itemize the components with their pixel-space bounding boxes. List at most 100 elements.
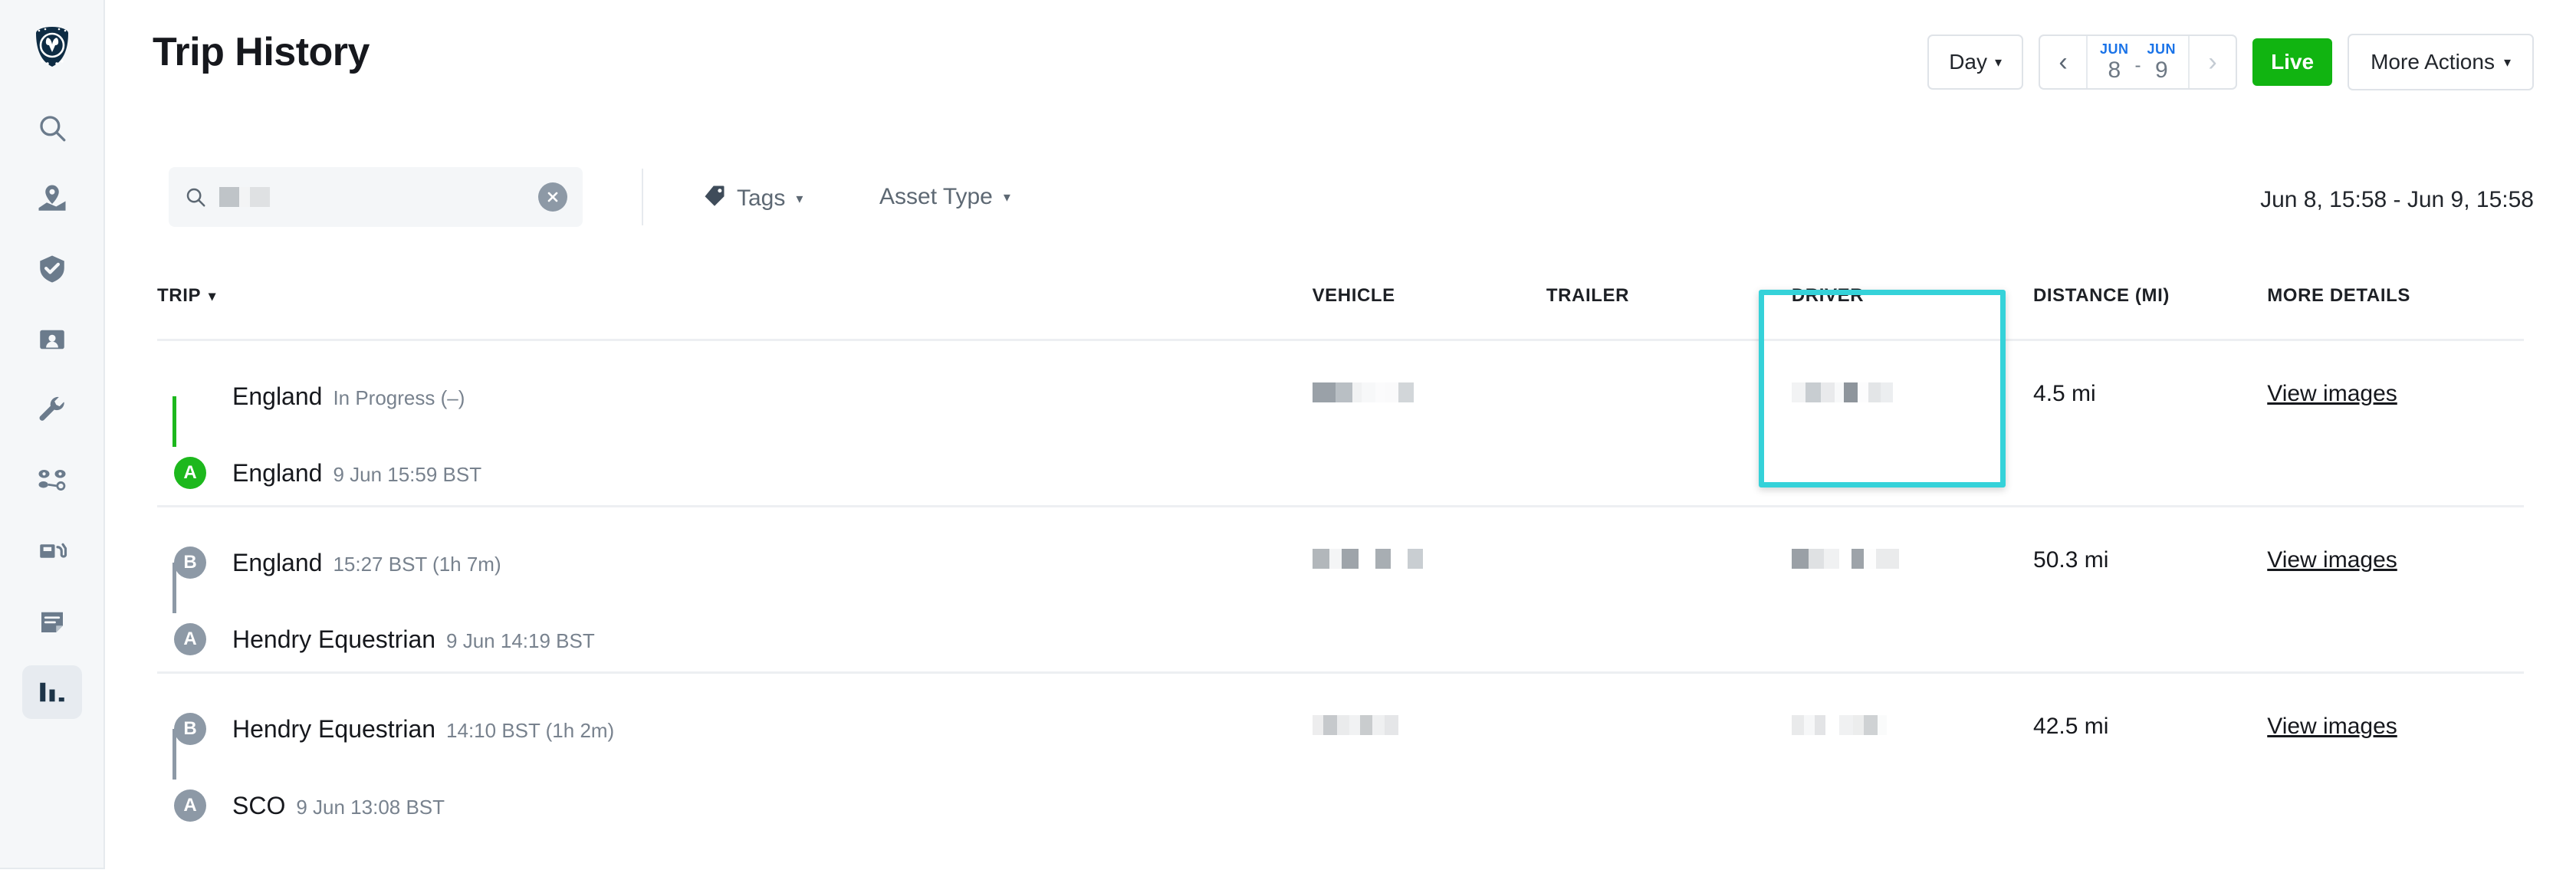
prev-date-button[interactable]: ‹ xyxy=(2040,36,2088,88)
page-title: Trip History xyxy=(153,29,370,75)
more-actions-button[interactable]: More Actions ▾ xyxy=(2348,34,2534,90)
distance-value: 4.5 mi xyxy=(2033,381,2096,407)
more-details-cell: View images xyxy=(2267,370,2524,407)
vehicle-cell-redacted xyxy=(1313,370,1546,404)
column-header-trip[interactable]: TRIP ▾ xyxy=(157,285,1313,307)
fuel-pump-icon xyxy=(36,535,68,567)
map-icon xyxy=(36,182,68,215)
sidebar xyxy=(0,0,105,869)
distance-value: 50.3 mi xyxy=(2033,547,2108,573)
table-row[interactable]: BEngland15:27 BST (1h 7m)AHendry Equestr… xyxy=(157,507,2524,674)
shield-check-icon xyxy=(36,253,68,285)
search-icon xyxy=(36,112,68,144)
trip-cell: EnglandIn Progress (–)AEngland9 Jun 15:5… xyxy=(157,370,1313,499)
next-date-button[interactable]: › xyxy=(2188,36,2236,88)
trip-leg-text: SCO9 Jun 13:08 BST xyxy=(232,792,445,820)
chevron-down-icon: ▾ xyxy=(796,191,803,207)
header-controls: Day ▾ ‹ JUN 8 - JUN 9 › Liv xyxy=(1927,34,2534,90)
asset-type-filter[interactable]: Asset Type ▾ xyxy=(879,184,1010,210)
driver-cell-redacted xyxy=(1792,703,2033,737)
asset-type-filter-label: Asset Type xyxy=(879,184,993,210)
column-header-driver[interactable]: DRIVER xyxy=(1792,285,2033,307)
owl-logo[interactable] xyxy=(25,20,80,75)
search-icon xyxy=(184,185,207,208)
connections-icon xyxy=(36,464,68,497)
page-header: Trip History Day ▾ ‹ JUN 8 - JUN 9 xyxy=(105,0,2576,123)
trip-leg-time: 9 Jun 14:19 BST xyxy=(446,629,595,653)
column-header-trailer[interactable]: TRAILER xyxy=(1546,285,1792,307)
id-card-icon xyxy=(36,323,68,356)
trip-history-table: TRIP ▾ VEHICLE TRAILER DRIVER DISTANCE (… xyxy=(105,253,2576,840)
date-start: JUN 8 xyxy=(2100,42,2129,82)
sidebar-item-documents[interactable] xyxy=(22,595,82,648)
distance-cell: 50.3 mi xyxy=(2033,537,2267,573)
sidebar-item-reports[interactable] xyxy=(22,665,82,719)
trip-leg-time: 9 Jun 15:59 BST xyxy=(333,463,481,487)
more-actions-label: More Actions xyxy=(2371,50,2495,74)
search-input[interactable] xyxy=(169,167,583,227)
trip-leg: AHendry Equestrian9 Jun 14:19 BST xyxy=(174,613,1313,665)
sidebar-item-map[interactable] xyxy=(22,172,82,225)
trip-leg-location: Hendry Equestrian xyxy=(232,625,435,654)
date-range-display[interactable]: JUN 8 - JUN 9 xyxy=(2088,36,2188,88)
search-input-value-redacted xyxy=(219,187,538,207)
trip-leg: A SCO9 Jun 13:08 BST xyxy=(174,780,1313,832)
more-details-cell: View images xyxy=(2267,703,2524,740)
tag-icon xyxy=(703,184,726,213)
document-icon xyxy=(36,606,68,638)
trip-leg-badge: B xyxy=(174,547,206,579)
date-separator: - xyxy=(2135,48,2141,77)
trailer-cell xyxy=(1546,370,1792,404)
table-row[interactable]: BHendry Equestrian14:10 BST (1h 2m) A SCO9… xyxy=(157,674,2524,840)
sidebar-item-safety[interactable] xyxy=(22,242,82,296)
trip-cell: BEngland15:27 BST (1h 7m)AHendry Equestr… xyxy=(157,537,1313,665)
vehicle-cell-redacted xyxy=(1313,537,1546,570)
vehicle-cell-redacted xyxy=(1313,703,1546,737)
trip-cell: BHendry Equestrian14:10 BST (1h 2m) A SCO9… xyxy=(157,703,1313,832)
chevron-down-icon: ▾ xyxy=(2504,55,2511,69)
trip-leg: AEngland9 Jun 15:59 BST xyxy=(174,447,1313,499)
trip-leg-text: England15:27 BST (1h 7m) xyxy=(232,549,501,577)
sidebar-item-drivers[interactable] xyxy=(22,313,82,366)
column-header-trip-label: TRIP xyxy=(157,285,201,307)
tags-filter-label: Tags xyxy=(737,185,785,212)
table-row[interactable]: EnglandIn Progress (–)AEngland9 Jun 15:5… xyxy=(157,341,2524,507)
live-button[interactable]: Live xyxy=(2252,38,2332,86)
trailer-cell xyxy=(1546,703,1792,737)
trip-leg-text: Hendry Equestrian14:10 BST (1h 2m) xyxy=(232,715,614,743)
driver-cell-redacted xyxy=(1792,370,2033,404)
date-navigator: ‹ JUN 8 - JUN 9 › xyxy=(2039,34,2237,90)
view-images-link[interactable]: View images xyxy=(2267,381,2397,407)
clear-search-button[interactable] xyxy=(538,182,567,212)
trip-leg-text: EnglandIn Progress (–) xyxy=(232,382,465,411)
trip-leg-location: England xyxy=(232,459,322,487)
day-range-dropdown[interactable]: Day ▾ xyxy=(1927,34,2023,90)
trip-leg-text: Hendry Equestrian 9 Jun 14:19 BST xyxy=(232,625,595,654)
sidebar-item-connections[interactable] xyxy=(22,454,82,507)
view-images-link[interactable]: View images xyxy=(2267,547,2397,573)
column-header-distance[interactable]: DISTANCE (MI) xyxy=(2033,285,2267,307)
trip-leg-badge: A xyxy=(174,789,206,822)
column-header-more-details[interactable]: MORE DETAILS xyxy=(2267,285,2524,307)
distance-cell: 4.5 mi xyxy=(2033,370,2267,407)
table-header-row: TRIP ▾ VEHICLE TRAILER DRIVER DISTANCE (… xyxy=(157,253,2524,341)
date-range-summary: Jun 8, 15:58 - Jun 9, 15:58 xyxy=(2260,187,2534,213)
date-start-month: JUN xyxy=(2100,42,2129,56)
trip-leg: BHendry Equestrian14:10 BST (1h 2m) xyxy=(174,703,1313,755)
chevron-down-icon: ▾ xyxy=(1995,55,2002,69)
sidebar-item-search[interactable] xyxy=(22,101,82,155)
column-header-vehicle[interactable]: VEHICLE xyxy=(1313,285,1546,307)
sidebar-item-maintenance[interactable] xyxy=(22,383,82,437)
tags-filter[interactable]: Tags ▾ xyxy=(703,184,803,213)
distance-cell: 42.5 mi xyxy=(2033,703,2267,740)
trip-leg-time: 15:27 BST (1h 7m) xyxy=(333,553,501,576)
trip-leg: B England15:27 BST (1h 7m) xyxy=(174,537,1313,589)
sidebar-item-fuel[interactable] xyxy=(22,524,82,578)
trip-leg: EnglandIn Progress (–) xyxy=(174,370,1313,422)
date-end: JUN 9 xyxy=(2147,42,2177,82)
distance-value: 42.5 mi xyxy=(2033,714,2108,740)
trip-leg-time: 9 Jun 13:08 BST xyxy=(296,796,445,819)
filter-divider xyxy=(642,169,643,225)
trip-leg-location: England xyxy=(232,382,322,411)
view-images-link[interactable]: View images xyxy=(2267,714,2397,740)
